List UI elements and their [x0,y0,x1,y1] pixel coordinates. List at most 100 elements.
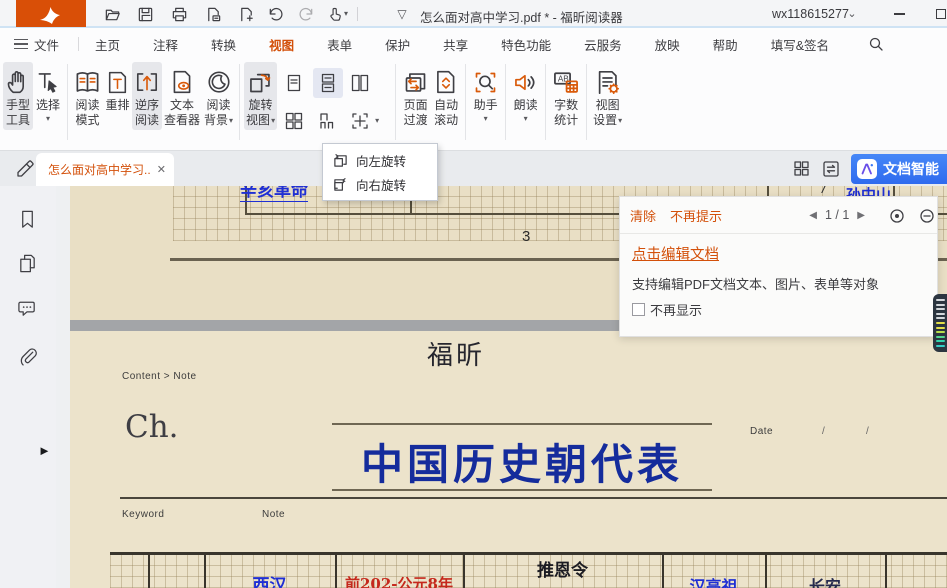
dropdown-arrow-icon: ▾ [524,113,528,124]
new-page-icon[interactable] [237,5,255,23]
menu-help[interactable]: 帮助 [713,30,738,59]
menu-present[interactable]: 放映 [655,30,680,59]
doc-breadcrumb: Content > Note [122,371,197,382]
menu-features[interactable]: 特色功能 [501,30,551,59]
reflow-button[interactable]: 重排 [103,62,132,115]
auto-scroll-button[interactable]: 自动 滚动 [431,62,461,130]
menu-form[interactable]: 表单 [327,30,352,59]
bookmark-icon[interactable] [17,209,38,230]
read-aloud-button[interactable]: 朗读 ▾ [510,62,541,126]
reading-mode-button[interactable]: 阅读 模式 [72,62,103,130]
toolbar-divider [67,64,68,140]
next-page-icon[interactable]: ▶ [857,210,865,221]
menu-cloud[interactable]: 云服务 [584,30,622,59]
menu-view[interactable]: 视图 [269,30,294,59]
title-rule-bottom [332,489,712,491]
assistant-button[interactable]: 助手 ▾ [470,62,501,126]
hand-tool-button[interactable]: 手型 工具 [3,62,33,130]
minimize-button[interactable] [888,5,910,23]
fox-icon [38,4,64,24]
page-transition-button[interactable]: 页面 过渡 [400,62,431,130]
prev-page-icon[interactable]: ◀ [809,210,817,221]
rotate-right-item[interactable]: 向右旋转 [323,172,437,196]
menu-file[interactable]: 文件 [34,30,59,59]
continuous-layout-button[interactable] [313,68,343,98]
attachment-icon[interactable] [17,346,38,367]
title-bar: ▾ ▽ 怎么面对高中学习.pdf * - 福昕阅读器 wx118615277 ⌄ [0,0,947,28]
menu-protect[interactable]: 保护 [385,30,410,59]
menu-home[interactable]: 主页 [95,30,120,59]
account-name[interactable]: wx118615277 [772,7,849,21]
menu-comment[interactable]: 注释 [153,30,178,59]
section-rule [120,497,947,499]
edit-hint-popup: 清除 不再提示 ◀ 1 / 1 ▶ 点击编辑文档 支持编辑PDF文档文本、图片、… [619,196,938,337]
close-page-icon[interactable] [204,5,222,23]
doc-brand-watermark: 福昕 [427,335,485,372]
popup-edit-document-link[interactable]: 点击编辑文档 [632,243,719,264]
pdf-page-2[interactable]: 福昕 Content > Note Ch. 中国历史朝代表 Date / / K… [70,331,947,588]
menu-convert[interactable]: 转换 [211,30,236,59]
hamburger-icon[interactable] [14,39,28,49]
reverse-reading-button[interactable]: 逆序 阅读 [132,62,162,130]
fit-page-layout-button[interactable] [345,106,375,136]
doc-date-slash: / [866,426,869,437]
rotate-right-icon [333,177,348,192]
rotate-view-button[interactable]: 旋转 视图▾ [244,62,277,130]
undo-icon[interactable] [266,5,284,23]
popup-dont-remind-link[interactable]: 不再提示 [670,206,722,225]
save-icon[interactable] [136,5,154,23]
rotate-left-item[interactable]: 向左旋转 [323,148,437,172]
doc-cell-capital: 长安 [765,573,885,588]
pages-icon[interactable] [17,253,38,274]
separate-cover-layout-button[interactable] [313,106,343,136]
account-chevron-icon[interactable]: ⌄ [843,5,861,23]
search-icon[interactable] [868,36,884,52]
single-page-layout-button[interactable] [279,68,309,98]
maximize-button[interactable] [930,5,947,23]
print-icon[interactable] [170,5,188,23]
redo-icon[interactable] [297,5,315,23]
dropdown-arrow-icon: ▾ [46,113,50,124]
reading-background-button[interactable]: 阅读 背景▾ [202,62,235,130]
theme-strip-widget[interactable] [933,294,947,352]
select-tool-button[interactable]: 选择 ▾ [33,62,63,126]
tab-switch-icon[interactable] [822,160,840,178]
document-ai-button[interactable]: 文档智能 [851,154,947,184]
view-settings-button[interactable]: 视图 设置▾ [591,62,624,130]
pencil-icon[interactable] [14,156,36,178]
checkbox-label: 不再显示 [650,300,702,319]
titlebar-divider [357,7,358,21]
touch-mode-icon[interactable]: ▾ [324,5,352,23]
dropdown-arrow-icon: ▾ [271,115,275,126]
dropdown-arrow-icon[interactable]: ▾ [375,115,379,126]
dont-show-checkbox[interactable]: 不再显示 [632,300,702,319]
collapse-icon[interactable] [919,208,935,224]
tab-bar: 怎么面对高中学习... ✕ 文档智能 [0,151,947,186]
document-tab[interactable]: 怎么面对高中学习... ✕ [36,153,174,186]
settings-icon[interactable] [889,208,905,224]
comment-icon[interactable] [17,298,38,319]
quick-access-chevron-icon[interactable]: ▽ [393,5,411,23]
doc-keyword-label: Keyword [122,509,164,520]
tab-close-icon[interactable]: ✕ [157,163,166,176]
facing-layout-button[interactable] [345,68,375,98]
doc-date-label: Date [750,426,773,437]
menu-share[interactable]: 共享 [443,30,468,59]
ai-logo-icon [857,159,877,179]
expand-panel-arrow-icon[interactable]: ► [38,444,51,457]
rotate-left-icon [333,153,348,168]
popup-clear-link[interactable]: 清除 [630,206,656,225]
checkbox-icon[interactable] [632,303,645,316]
popup-description: 支持编辑PDF文档文本、图片、表单等对象 [632,274,879,293]
facing-continuous-layout-button[interactable] [279,106,309,136]
word-count-button[interactable]: AB 字数 统计 [550,62,582,130]
open-file-icon[interactable] [103,5,121,23]
table-border [148,552,150,588]
doc-link-revolution[interactable]: 辛亥革命 [240,186,308,202]
foxit-logo[interactable] [16,0,86,27]
doc-cell-policy: 推恩令 [463,556,662,581]
toolbar-divider [395,64,396,140]
text-viewer-button[interactable]: 文本 查看器 [162,62,202,130]
tab-grid-view-icon[interactable] [793,160,810,177]
menu-fill-sign[interactable]: 填写&签名 [771,30,829,59]
